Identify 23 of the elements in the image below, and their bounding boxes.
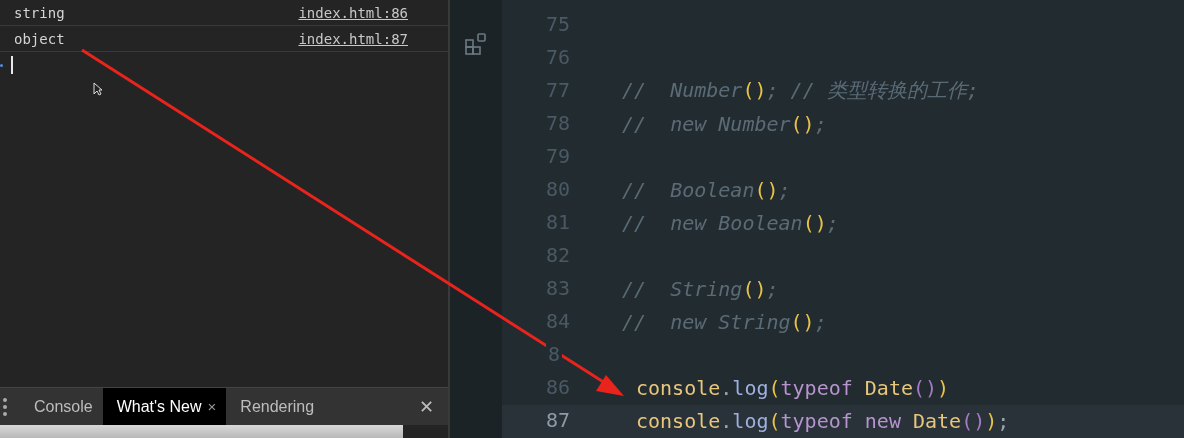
code-line: console.log(typeof new Date()); xyxy=(636,409,1010,434)
drawer-tab[interactable]: Rendering xyxy=(226,388,325,425)
code-line: // new Boolean(); xyxy=(622,211,839,235)
code-line: // new String(); xyxy=(622,310,827,335)
source-link[interactable]: index.html:87 xyxy=(298,30,408,47)
close-drawer-button[interactable]: ✕ xyxy=(418,396,434,417)
text-caret xyxy=(11,56,13,74)
drawer-tab[interactable]: What's New × xyxy=(102,388,227,425)
message-text: object xyxy=(14,30,65,47)
mouse-pointer-icon xyxy=(93,82,103,96)
line-number: 87 xyxy=(544,408,570,435)
message-text: string xyxy=(14,4,65,21)
code-line: console.log(typeof Date()) xyxy=(636,376,950,401)
extensions-icon[interactable] xyxy=(464,32,488,56)
drag-handle-icon[interactable] xyxy=(2,396,8,417)
source-link[interactable]: index.html:86 xyxy=(298,4,408,21)
code-line: // new Number(); xyxy=(622,111,827,136)
code-line: // String(); xyxy=(622,277,779,302)
close-tab-icon[interactable]: × xyxy=(207,398,217,415)
prompt-dot xyxy=(0,63,3,67)
code-line: // Number(); // 类型转换的工作; xyxy=(622,77,979,105)
drawer-tab[interactable]: Console xyxy=(20,388,103,425)
code-line: // Boolean(); xyxy=(622,177,791,202)
